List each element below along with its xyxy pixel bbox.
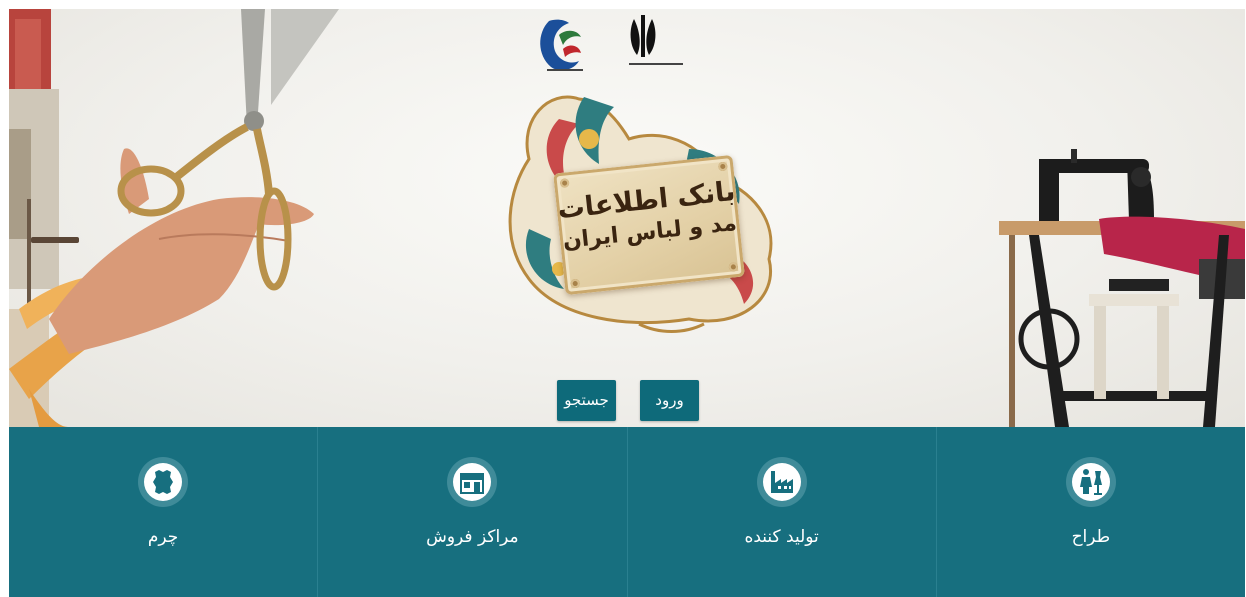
tile-label-leather: چرم — [147, 527, 179, 547]
tile-label-sales-centers: مراکز فروش — [426, 527, 519, 547]
designer-icon — [1065, 457, 1116, 507]
hand-illustration — [49, 148, 314, 354]
logos-area — [540, 15, 683, 71]
sewing-machine-illustration — [999, 149, 1245, 427]
card-corner-dot — [559, 178, 570, 189]
ministry-emblem-icon — [629, 15, 683, 65]
card-corner-dot — [728, 261, 739, 272]
page-frame: بانک اطلاعات مد و لباس ایران جستجو ورود … — [9, 9, 1245, 597]
card-corner-dot — [570, 278, 581, 289]
factory-icon — [756, 457, 807, 507]
tile-label-designer: طراح — [1071, 527, 1111, 547]
login-button[interactable]: ورود — [640, 380, 699, 421]
storefront-icon — [447, 457, 498, 507]
hero-banner: بانک اطلاعات مد و لباس ایران جستجو ورود — [9, 9, 1245, 427]
tile-designer[interactable]: طراح — [937, 427, 1245, 597]
tile-sales-centers[interactable]: مراکز فروش — [318, 427, 628, 597]
card-corner-dot — [717, 161, 728, 172]
tile-manufacturer[interactable]: تولید کننده — [628, 427, 937, 597]
search-button[interactable]: جستجو — [557, 380, 616, 421]
category-tiles: چرم مراکز فروش تولید کننده طراح — [9, 427, 1245, 597]
hero-title-card: بانک اطلاعات مد و لباس ایران — [553, 154, 745, 296]
leather-icon — [138, 457, 189, 507]
tile-leather[interactable]: چرم — [9, 427, 319, 597]
tile-label-manufacturer: تولید کننده — [744, 527, 819, 547]
bird-logo-icon — [540, 19, 583, 71]
